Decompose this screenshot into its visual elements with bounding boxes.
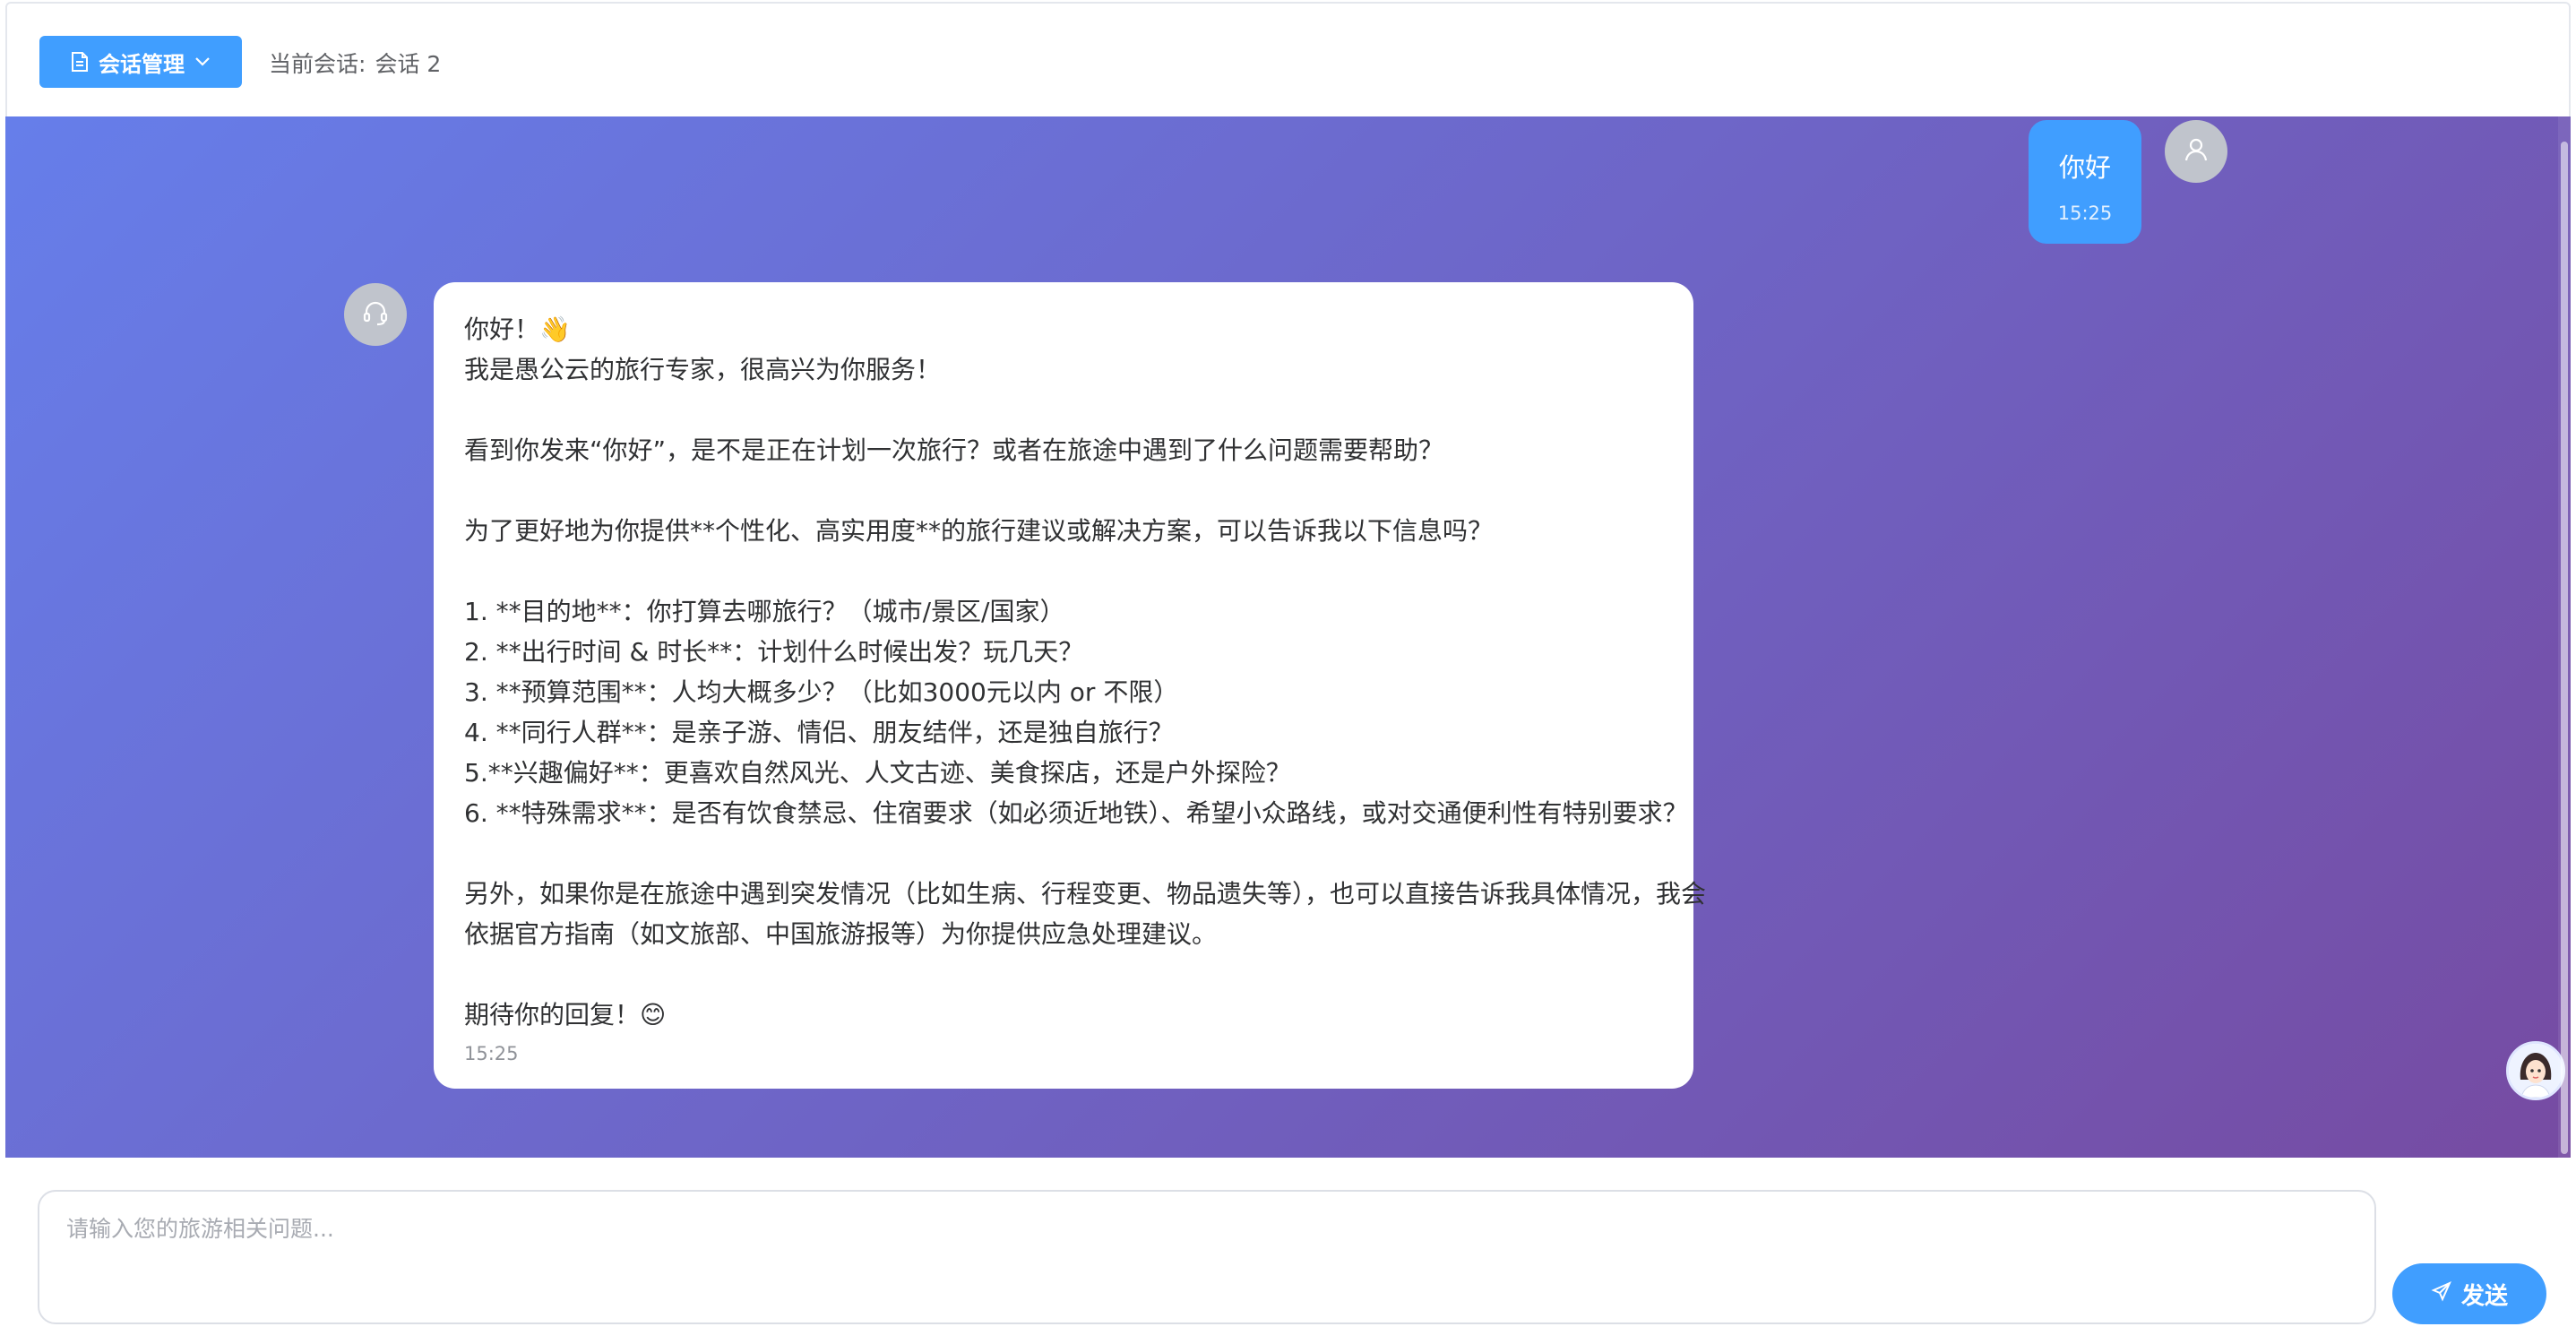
assistant-message-line: 3. **预算范围**：人均大概多少？（比如3000元以内 or 不限）: [464, 677, 1179, 707]
assistant-message-line: 你好！👋: [464, 314, 571, 344]
assistant-message-line: 另外，如果你是在旅途中遇到突发情况（比如生病、行程变更、物品遗失等），也可以直接…: [464, 879, 1707, 909]
chevron-down-icon: [194, 56, 211, 68]
user-message-time: 15:25: [2057, 202, 2113, 224]
chat-scrollbar[interactable]: [2558, 116, 2571, 1158]
assistant-message-bubble: 你好！👋 我是愚公云的旅行专家，很高兴为你服务！ 看到你发来“你好”，是不是正在…: [434, 282, 1707, 1089]
session-management-dropdown[interactable]: 会话管理: [39, 36, 242, 88]
assistant-message-line: 为了更好地为你提供**个性化、高实用度**的旅行建议或解决方案，可以告诉我以下信…: [464, 516, 1494, 546]
assistant-message-line: 1. **目的地**：你打算去哪旅行？（城市/景区/国家）: [464, 597, 1065, 626]
assistant-message-line: 我是愚公云的旅行专家，很高兴为你服务！: [464, 355, 942, 384]
chat-scrollbar-thumb[interactable]: [2561, 142, 2568, 1154]
assistant-message-line: 4. **同行人群**：是亲子游、情侣、朋友结伴，还是独自旅行？: [464, 718, 1174, 747]
assistant-message-line: [464, 551, 1663, 591]
send-icon: [2431, 1280, 2452, 1308]
user-icon: [2183, 136, 2210, 167]
assistant-message-line: 6. **特殊需求**：是否有饮食禁忌、住宿要求（如必须近地铁）、希望小众路线，…: [464, 798, 1688, 828]
assistant-message-time: 15:25: [464, 1043, 519, 1064]
send-button-label: 发送: [2460, 1281, 2508, 1309]
assistant-message-line: [464, 470, 1663, 511]
assistant-message-line: 依据官方指南（如文旅部、中国旅游报等）为你提供应急处理建议。: [464, 919, 1218, 949]
assistant-message-line: [464, 833, 1663, 874]
current-session-indicator: 当前会话: 会话 2: [269, 47, 441, 79]
assistant-message-line: 期待你的回复！😊: [464, 1000, 667, 1030]
floating-assistant-avatar[interactable]: [2506, 1041, 2565, 1100]
user-message-bubble: 你好 15:25: [2029, 120, 2141, 244]
session-management-label: 会话管理: [99, 51, 185, 77]
current-session-name: 会话 2: [375, 51, 442, 77]
headset-icon: [361, 298, 390, 331]
document-icon: [70, 51, 90, 73]
current-session-label: 当前会话:: [269, 51, 366, 77]
travel-chat-app: 会话管理 当前会话: 会话 2 你好 15:25 你好！👋 我是愚公云的旅行专家…: [0, 0, 2576, 1344]
send-button[interactable]: 发送: [2392, 1263, 2546, 1324]
question-input[interactable]: [38, 1190, 2376, 1324]
assistant-message-line: [464, 390, 1663, 430]
assistant-avatar: [344, 283, 407, 346]
assistant-character-icon: [2509, 1044, 2563, 1098]
header-bar: 会话管理 当前会话: 会话 2: [5, 2, 2571, 116]
assistant-message-line: 看到你发来“你好”，是不是正在计划一次旅行？或者在旅途中遇到了什么问题需要帮助？: [464, 435, 1444, 465]
chat-messages-area[interactable]: 你好 15:25 你好！👋 我是愚公云的旅行专家，很高兴为你服务！ 看到你发来“…: [5, 116, 2571, 1158]
assistant-message-line: [464, 954, 1663, 995]
assistant-message-line: 5.**兴趣偏好**：更喜欢自然风光、人文古迹、美食探店，还是户外探险？: [464, 758, 1291, 788]
assistant-message-line: 2. **出行时间 & 时长**：计划什么时候出发？玩几天？: [464, 637, 1084, 667]
input-footer: 发送: [5, 1158, 2571, 1344]
user-message-text: 你好: [2058, 152, 2111, 183]
user-avatar: [2165, 120, 2227, 183]
